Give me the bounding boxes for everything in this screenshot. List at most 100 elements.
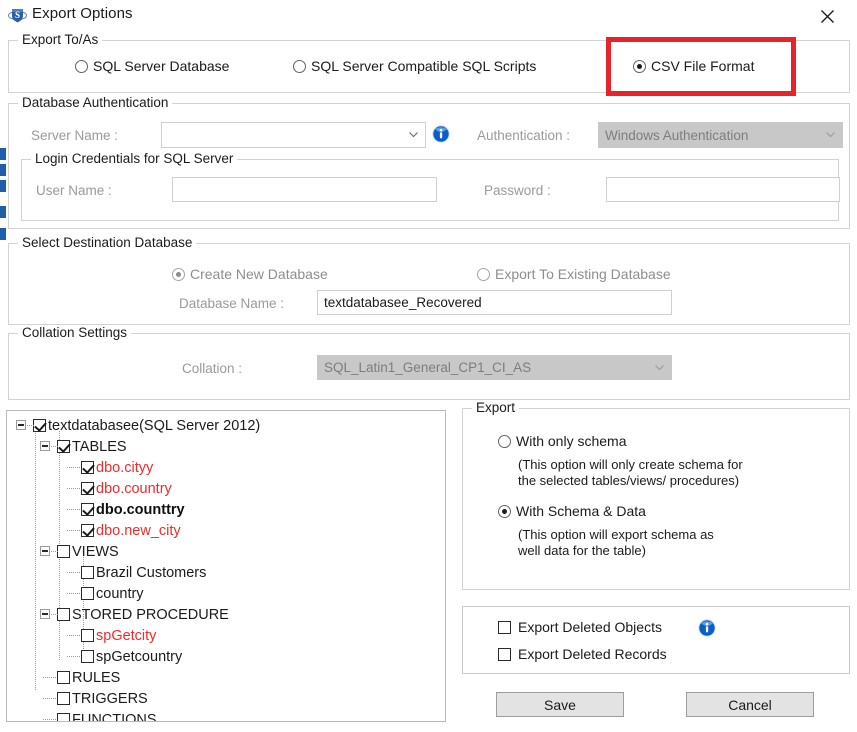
server-name-info-icon[interactable] xyxy=(432,125,450,143)
chevron-down-icon xyxy=(826,132,835,138)
collation-settings-group: Collation Settings Collation : SQL_Latin… xyxy=(8,325,850,400)
tree-node-label: spGetcountry xyxy=(96,648,183,665)
tree-connector xyxy=(83,553,84,613)
tree-checkbox[interactable] xyxy=(57,608,70,621)
authentication-label: Authentication : xyxy=(477,128,571,143)
tree-node-functions[interactable]: FUNCTIONS xyxy=(57,710,157,722)
user-name-input[interactable] xyxy=(172,177,437,202)
tree-node-textdatabasee[interactable]: textdatabasee(SQL Server 2012) xyxy=(33,416,260,435)
export-to-as-group: Export To/As SQL Server Database SQL Ser… xyxy=(8,32,850,93)
database-authentication-legend: Database Authentication xyxy=(18,95,173,110)
tree-checkbox[interactable] xyxy=(81,482,94,495)
radio-sql-server-compatible-sql-scripts[interactable]: SQL Server Compatible SQL Scripts xyxy=(293,58,536,74)
checkbox-indicator xyxy=(498,620,511,634)
tree-node-label: dbo.cityy xyxy=(96,459,154,476)
server-name-combo[interactable] xyxy=(161,122,426,148)
radio-with-only-schema[interactable]: With only schema xyxy=(498,433,626,449)
tree-node-dbo-counttry[interactable]: dbo.counttry xyxy=(81,500,185,519)
tree-node-label: dbo.country xyxy=(96,480,172,497)
close-icon[interactable] xyxy=(807,2,847,30)
tree-checkbox[interactable] xyxy=(57,713,70,721)
checkbox-label: Export Deleted Objects xyxy=(518,619,662,635)
export-deleted-objects-info-icon[interactable] xyxy=(698,619,716,637)
checkbox-export-deleted-records[interactable]: Export Deleted Records xyxy=(498,646,667,662)
tree-node-tables[interactable]: TABLES xyxy=(57,437,127,456)
tree-node-label: spGetcity xyxy=(96,627,157,644)
login-credentials-legend: Login Credentials for SQL Server xyxy=(31,151,238,166)
export-group: Export With only schema (This option wil… xyxy=(462,400,850,590)
save-button[interactable]: Save xyxy=(496,692,624,717)
tree-node-label: country xyxy=(96,585,144,602)
tree-node-dbo-cityy[interactable]: dbo.cityy xyxy=(81,458,153,477)
tree-node-triggers[interactable]: TRIGGERS xyxy=(57,689,148,708)
tree-expander-stored-procedure[interactable] xyxy=(40,609,50,619)
tree-checkbox[interactable] xyxy=(81,461,94,474)
tree-checkbox[interactable] xyxy=(81,503,94,516)
radio-label: Export To Existing Database xyxy=(495,266,671,282)
select-destination-database-legend: Select Destination Database xyxy=(18,235,197,250)
svg-text:S: S xyxy=(15,10,20,20)
tree-node-spgetcountry[interactable]: spGetcountry xyxy=(81,647,182,666)
tree-node-label: VIEWS xyxy=(72,543,119,560)
collation-combo[interactable]: SQL_Latin1_General_CP1_CI_AS xyxy=(317,355,672,380)
tree-node-dbo-new-city[interactable]: dbo.new_city xyxy=(81,521,181,540)
tree-checkbox[interactable] xyxy=(81,587,94,600)
tree-checkbox[interactable] xyxy=(81,650,94,663)
radio-sql-server-database[interactable]: SQL Server Database xyxy=(75,58,229,74)
radio-indicator xyxy=(498,504,511,518)
tree-checkbox[interactable] xyxy=(81,524,94,537)
radio-indicator xyxy=(293,59,306,73)
radio-create-new-database[interactable]: Create New Database xyxy=(172,266,328,282)
object-tree[interactable]: textdatabasee(SQL Server 2012) TABLES db… xyxy=(6,410,446,722)
collation-value: SQL_Latin1_General_CP1_CI_AS xyxy=(324,360,532,375)
tree-checkbox[interactable] xyxy=(57,671,70,684)
tree-node-views[interactable]: VIEWS xyxy=(57,542,119,561)
background-window-sliver xyxy=(0,148,7,258)
tree-checkbox[interactable] xyxy=(57,692,70,705)
export-options-dialog: S Export Options Export To/As SQL Server… xyxy=(0,0,857,732)
radio-indicator xyxy=(477,267,490,281)
tree-checkbox[interactable] xyxy=(57,545,70,558)
tree-connector xyxy=(35,431,36,691)
radio-label: SQL Server Compatible SQL Scripts xyxy=(311,58,537,74)
tree-node-rules[interactable]: RULES xyxy=(57,668,120,687)
tree-node-brazil-customers[interactable]: Brazil Customers xyxy=(81,563,206,582)
tree-node-label: Brazil Customers xyxy=(96,564,207,581)
chevron-down-icon xyxy=(655,364,664,371)
radio-export-to-existing-database[interactable]: Export To Existing Database xyxy=(477,266,671,282)
radio-csv-file-format[interactable]: CSV File Format xyxy=(633,58,754,74)
radio-label: With only schema xyxy=(516,433,627,449)
chevron-down-icon xyxy=(409,132,418,138)
tree-node-stored-procedure[interactable]: STORED PROCEDURE xyxy=(57,605,229,624)
radio-label: CSV File Format xyxy=(651,58,755,74)
radio-label: With Schema & Data xyxy=(516,503,646,519)
radio-indicator xyxy=(633,59,646,73)
tree-node-label: dbo.counttry xyxy=(96,501,185,518)
authentication-combo[interactable]: Windows Authentication xyxy=(598,122,843,148)
checkbox-label: Export Deleted Records xyxy=(518,646,667,662)
tree-checkbox[interactable] xyxy=(33,419,46,432)
password-input[interactable] xyxy=(606,177,840,202)
tree-expander-textdatabasee[interactable] xyxy=(16,420,26,430)
login-credentials-group: Login Credentials for SQL Server User Na… xyxy=(21,151,840,221)
tree-node-label: FUNCTIONS xyxy=(72,711,157,722)
user-name-label: User Name : xyxy=(36,183,112,198)
tree-node-label: TABLES xyxy=(72,438,127,455)
database-name-input[interactable]: textdatabasee_Recovered xyxy=(317,290,672,315)
tree-expander-tables[interactable] xyxy=(40,441,50,451)
export-to-as-legend: Export To/As xyxy=(18,32,103,47)
tree-checkbox[interactable] xyxy=(81,629,94,642)
select-destination-database-group: Select Destination Database Create New D… xyxy=(8,235,850,325)
tree-node-spgetcity[interactable]: spGetcity xyxy=(81,626,156,645)
tree-node-dbo-country[interactable]: dbo.country xyxy=(81,479,172,498)
radio-with-schema-and-data[interactable]: With Schema & Data xyxy=(498,503,646,519)
cancel-button[interactable]: Cancel xyxy=(686,692,814,717)
radio-indicator xyxy=(75,59,88,73)
radio-label: SQL Server Database xyxy=(93,58,230,74)
checkbox-export-deleted-objects[interactable]: Export Deleted Objects xyxy=(498,619,662,635)
radio-indicator xyxy=(172,267,185,281)
tree-checkbox[interactable] xyxy=(81,566,94,579)
tree-checkbox[interactable] xyxy=(57,440,70,453)
tree-expander-views[interactable] xyxy=(40,546,50,556)
tree-node-country-view[interactable]: country xyxy=(81,584,144,603)
